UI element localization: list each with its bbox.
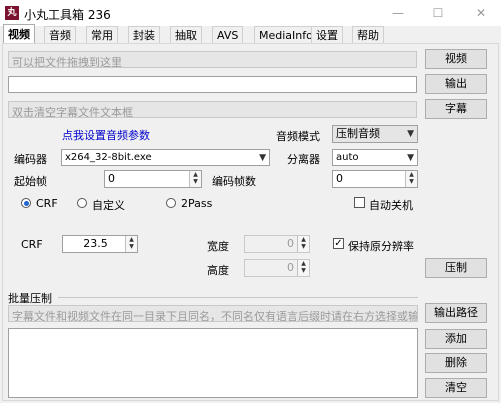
app-icon: 丸 [5,6,19,20]
add-button[interactable]: 添加 [425,329,487,349]
output-file-input[interactable] [8,76,417,93]
crf-label: CRF [21,238,43,251]
tab-avs[interactable]: AVS [212,26,244,43]
tab-help[interactable]: 帮助 [352,26,384,43]
width-value: 0 [287,237,294,250]
encode-frames-label: 编码帧数 [212,175,256,188]
batch-file-list[interactable] [8,328,418,398]
chevron-down-icon: ▼ [259,153,266,163]
audio-params-link[interactable]: 点我设置音频参数 [62,127,150,143]
tab-mediainfo[interactable]: MediaInfo [254,26,318,43]
chevron-down-icon: ▼ [407,153,414,163]
keep-ratio-checkbox[interactable]: ✓ [333,238,344,249]
spin-arrows-icon[interactable]: ▲ ▼ [189,171,201,187]
chevron-down-icon: ▼ [407,129,414,139]
encoder-value: x264_32-8bit.exe [65,152,152,163]
auto-shutdown-checkbox[interactable] [354,197,365,208]
radio-custom[interactable] [77,198,87,208]
audio-mode-label: 音频模式 [276,130,320,143]
batch-title: 批量压制 [8,292,52,305]
batch-hint-input[interactable]: 字幕文件和视频文件在同一目录下且同名，不同名仅有语言后缀时请在右方选择或输入 [8,305,418,322]
start-frame-label: 起始帧 [14,175,47,188]
width-label: 宽度 [207,240,229,253]
demuxer-label: 分离器 [287,153,320,166]
spin-arrows-icon[interactable]: ▲ ▼ [405,171,417,187]
batch-divider [58,297,418,298]
spin-arrows-icon[interactable]: ▲ ▼ [125,236,137,252]
audio-mode-select[interactable]: 压制音频 ▼ [332,125,418,143]
start-frame-spinner[interactable]: 0 ▲ ▼ [104,170,202,188]
encode-frames-spinner[interactable]: 0 ▲ ▼ [332,170,418,188]
encoder-select[interactable]: x264_32-8bit.exe ▼ [61,149,270,166]
subtitle-button[interactable]: 字幕 [425,99,487,119]
tab-common[interactable]: 常用 [86,26,118,43]
radio-2pass[interactable] [166,198,176,208]
start-frame-value: 0 [108,172,115,185]
tab-mux[interactable]: 封装 [128,26,160,43]
minimize-button[interactable]: — [381,0,415,26]
video-button[interactable]: 视频 [425,49,487,69]
height-label: 高度 [207,264,229,277]
audio-mode-value: 压制音频 [336,127,380,140]
window-title: 小丸工具箱 236 [24,8,111,22]
tab-settings[interactable]: 设置 [311,26,343,43]
tab-video[interactable]: 视频 [3,24,35,44]
radio-custom-label: 自定义 [92,199,125,212]
radio-crf-label: CRF [36,197,58,210]
demuxer-value: auto [336,152,359,163]
keep-ratio-label: 保持原分辨率 [348,240,414,253]
encode-frames-value: 0 [336,172,343,185]
crf-spinner[interactable]: 23.5 ▲ ▼ [62,235,138,253]
demuxer-select[interactable]: auto ▼ [332,149,418,166]
delete-button[interactable]: 删除 [425,353,487,373]
width-spinner[interactable]: 0 ▲ ▼ [244,235,310,253]
spin-arrows-icon[interactable]: ▲ ▼ [297,260,309,276]
radio-2pass-label: 2Pass [181,197,213,210]
output-path-button[interactable]: 输出路径 [425,303,487,323]
spin-arrows-icon[interactable]: ▲ ▼ [297,236,309,252]
auto-shutdown-label: 自动关机 [369,199,413,212]
encoder-label: 编码器 [14,153,47,166]
tab-audio[interactable]: 音频 [44,26,76,43]
output-button[interactable]: 输出 [425,74,487,94]
height-spinner[interactable]: 0 ▲ ▼ [244,259,310,277]
encode-button[interactable]: 压制 [425,258,487,278]
close-button[interactable]: ✕ [464,0,498,26]
tab-extract[interactable]: 抽取 [170,26,202,43]
maximize-button[interactable]: ☐ [421,0,455,26]
clear-button[interactable]: 清空 [425,378,487,398]
video-file-input[interactable]: 可以把文件拖拽到这里 [8,51,417,68]
subtitle-file-input[interactable]: 双击清空字幕文件文本框 [8,101,417,118]
height-value: 0 [287,261,294,274]
crf-value: 23.5 [83,237,108,250]
radio-crf[interactable] [21,198,31,208]
